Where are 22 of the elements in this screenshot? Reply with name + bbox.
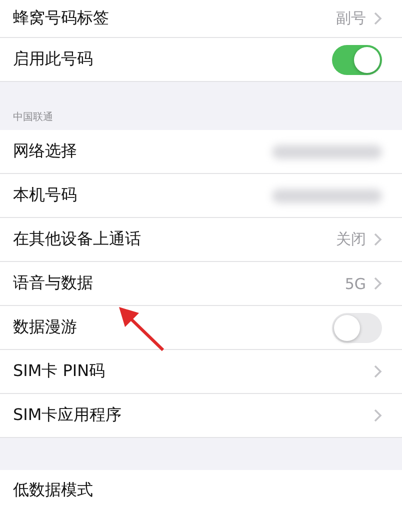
chevron-icon[interactable] [374, 365, 382, 378]
row-label: 启用此号码 [13, 49, 93, 70]
row-value: 5G [344, 274, 366, 292]
arrow-annotation [117, 305, 167, 353]
chevron-icon[interactable] [374, 277, 382, 290]
row-label: 在其他设备上通话 [13, 229, 141, 250]
row-label: 数据漫游 [13, 317, 77, 338]
row-label: SIM卡 PIN码 [13, 361, 106, 382]
row-label: 语音与数据 [13, 273, 93, 294]
row-label: 本机号码 [13, 185, 77, 206]
section-header: 中国联通 [13, 110, 53, 124]
toggle-switch[interactable] [332, 312, 382, 342]
row-label: 低数据模式 [13, 480, 93, 500]
row-value: 关闭 [336, 230, 366, 249]
chevron-icon[interactable] [374, 409, 382, 422]
toggle-switch[interactable] [332, 44, 382, 74]
row-value: 副号 [336, 9, 366, 28]
row-label: 网络选择 [13, 141, 77, 162]
row-label: 蜂窝号码标签 [13, 8, 109, 29]
chevron-icon[interactable] [374, 233, 382, 246]
chevron-icon[interactable] [374, 12, 382, 25]
row-label: SIM卡应用程序 [13, 405, 122, 426]
